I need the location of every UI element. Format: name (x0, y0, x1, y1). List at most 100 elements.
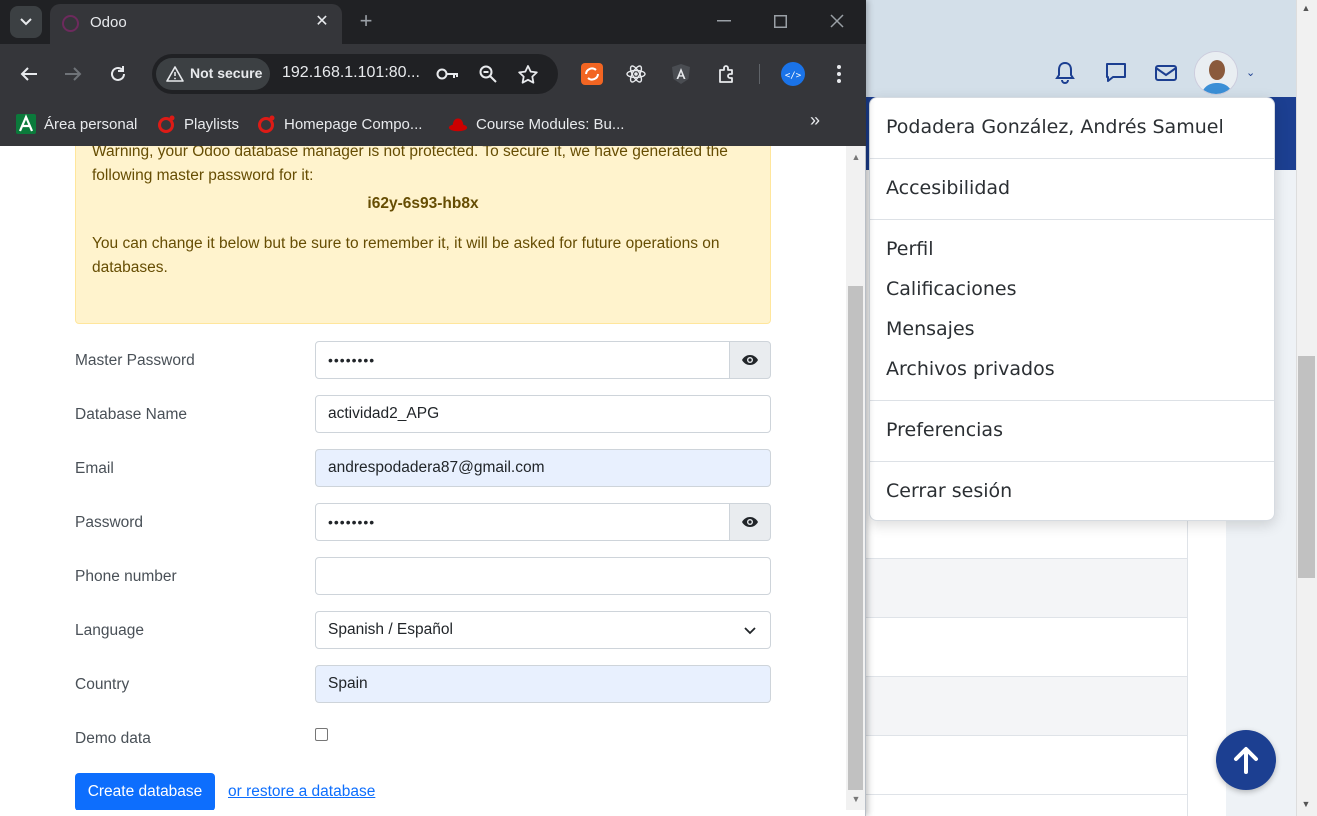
bookmark-label: Playlists (184, 115, 240, 133)
bookmark-homepage-compo[interactable]: Homepage Compo... (256, 112, 422, 136)
warning-triangle-icon (166, 66, 184, 82)
kebab-menu-icon[interactable] (824, 59, 854, 89)
menu-divider (870, 400, 1274, 401)
menu-item-logout[interactable]: Cerrar sesión (886, 480, 1012, 502)
odoo-database-manager-page: Warning, your Odoo database manager is n… (0, 146, 846, 810)
security-label: Not secure (190, 65, 263, 81)
country-label: Country (75, 676, 130, 693)
browser-tab[interactable]: Odoo ✕ (50, 4, 342, 44)
database-name-label: Database Name (75, 406, 188, 423)
warning-text: Warning, your Odoo database manager is n… (92, 146, 728, 184)
bookmark-course-modules[interactable]: Course Modules: Bu... (448, 112, 624, 136)
warning-alert: Warning, your Odoo database manager is n… (75, 146, 771, 324)
bell-icon[interactable] (1050, 58, 1080, 88)
eye-icon (742, 355, 758, 365)
language-value: Spanish / Español (328, 621, 453, 638)
sync-extension-icon[interactable] (577, 59, 607, 89)
minimize-button[interactable] (711, 8, 737, 34)
menu-divider (870, 219, 1274, 220)
chevron-down-icon (20, 18, 32, 26)
browser-window: Odoo ✕ + Not secure 192.168.1.101:80... … (0, 0, 866, 816)
background-table-border (1187, 500, 1188, 816)
url-text[interactable]: 192.168.1.101:80... (282, 64, 420, 82)
background-scroll-thumb[interactable] (1298, 356, 1315, 578)
language-label: Language (75, 622, 144, 639)
bookmark-label: Área personal (44, 115, 138, 133)
browser-toolbar: Not secure 192.168.1.101:80... </> (0, 44, 866, 102)
tab-title: Odoo (90, 14, 127, 31)
page-scroll-thumb[interactable] (848, 286, 863, 790)
security-chip[interactable]: Not secure (156, 58, 270, 90)
zoom-icon[interactable] (474, 60, 502, 88)
master-password-label: Master Password (75, 352, 195, 369)
browser-titlebar: Odoo ✕ + (0, 0, 866, 44)
menu-divider (870, 461, 1274, 462)
eye-icon (742, 517, 758, 527)
back-arrow-icon[interactable] (14, 59, 44, 89)
chat-icon[interactable] (1101, 58, 1131, 88)
avatar[interactable] (1194, 51, 1238, 95)
password-input[interactable]: •••••••• (315, 503, 731, 541)
address-bar[interactable]: Not secure 192.168.1.101:80... (152, 54, 558, 94)
background-table-row (866, 559, 1188, 618)
angular-devtools-icon[interactable] (666, 59, 696, 89)
maximize-button[interactable] (767, 8, 793, 34)
react-devtools-icon[interactable] (621, 59, 651, 89)
create-database-button[interactable]: Create database (75, 773, 215, 810)
svg-text:</>: </> (785, 71, 802, 81)
menu-user-name: Podadera González, Andrés Samuel (886, 116, 1224, 138)
profile-code-icon[interactable]: </> (778, 59, 808, 89)
forward-arrow-icon[interactable] (58, 59, 88, 89)
scroll-up-arrow-icon[interactable]: ▲ (1300, 2, 1312, 14)
arrow-up-icon (1234, 747, 1258, 774)
warning-text-change: You can change it below but be sure to r… (92, 235, 720, 276)
bookmarks-bar: Área personal Playlists Homepage Compo..… (0, 102, 866, 146)
background-table-row (866, 736, 1188, 795)
key-icon[interactable] (434, 60, 462, 88)
language-select[interactable]: Spanish / Español (315, 611, 771, 649)
reload-icon[interactable] (103, 59, 133, 89)
back-to-top-button[interactable] (1216, 730, 1276, 790)
menu-item-preferences[interactable]: Preferencias (886, 419, 1003, 441)
menu-item-private-files[interactable]: Archivos privados (886, 358, 1055, 380)
bookmark-label: Course Modules: Bu... (476, 115, 625, 133)
phone-input[interactable] (315, 557, 771, 595)
scroll-up-arrow-icon[interactable]: ▲ (850, 152, 862, 162)
red-hat-icon (448, 114, 468, 134)
restore-database-link[interactable]: or restore a database (228, 783, 375, 801)
bookmark-area-personal[interactable]: Área personal (16, 112, 137, 136)
moodle-a-icon (16, 114, 36, 134)
demo-data-checkbox[interactable] (315, 728, 328, 741)
scroll-down-arrow-icon[interactable]: ▼ (1300, 798, 1312, 810)
show-master-password-button[interactable] (729, 341, 771, 379)
generated-master-password: i62y-6s93-hb8x (367, 195, 479, 212)
menu-item-profile[interactable]: Perfil (886, 238, 934, 260)
menu-divider (870, 158, 1274, 159)
close-icon[interactable]: ✕ (312, 12, 332, 32)
bookmark-playlists[interactable]: Playlists (156, 112, 239, 136)
menu-item-messages[interactable]: Mensajes (886, 318, 975, 340)
user-dropdown-menu: Podadera González, Andrés Samuel Accesib… (869, 97, 1275, 521)
tab-search-button[interactable] (10, 6, 42, 38)
mail-icon[interactable] (1151, 58, 1181, 88)
scroll-down-arrow-icon[interactable]: ▼ (850, 794, 862, 804)
country-input[interactable]: Spain (315, 665, 771, 703)
bookmarks-overflow-icon[interactable]: » (810, 110, 820, 131)
new-tab-button[interactable]: + (354, 8, 378, 36)
window-close-button[interactable] (824, 8, 850, 34)
demo-data-label: Demo data (75, 730, 151, 747)
database-name-input[interactable]: actividad2_APG (315, 395, 771, 433)
bookmark-label: Homepage Compo... (284, 115, 423, 133)
master-password-input[interactable]: •••••••• (315, 341, 731, 379)
phone-label: Phone number (75, 568, 177, 585)
menu-item-accessibility[interactable]: Accesibilidad (886, 177, 1010, 199)
extensions-icon[interactable] (712, 59, 742, 89)
chevron-down-icon[interactable]: ⌄ (1246, 66, 1255, 79)
menu-item-grades[interactable]: Calificaciones (886, 278, 1017, 300)
star-icon[interactable] (514, 60, 542, 88)
password-label: Password (75, 514, 144, 531)
email-input[interactable]: andrespodadera87@gmail.com (315, 449, 771, 487)
email-label: Email (75, 460, 114, 477)
show-password-button[interactable] (729, 503, 771, 541)
chevron-down-icon (744, 613, 756, 649)
